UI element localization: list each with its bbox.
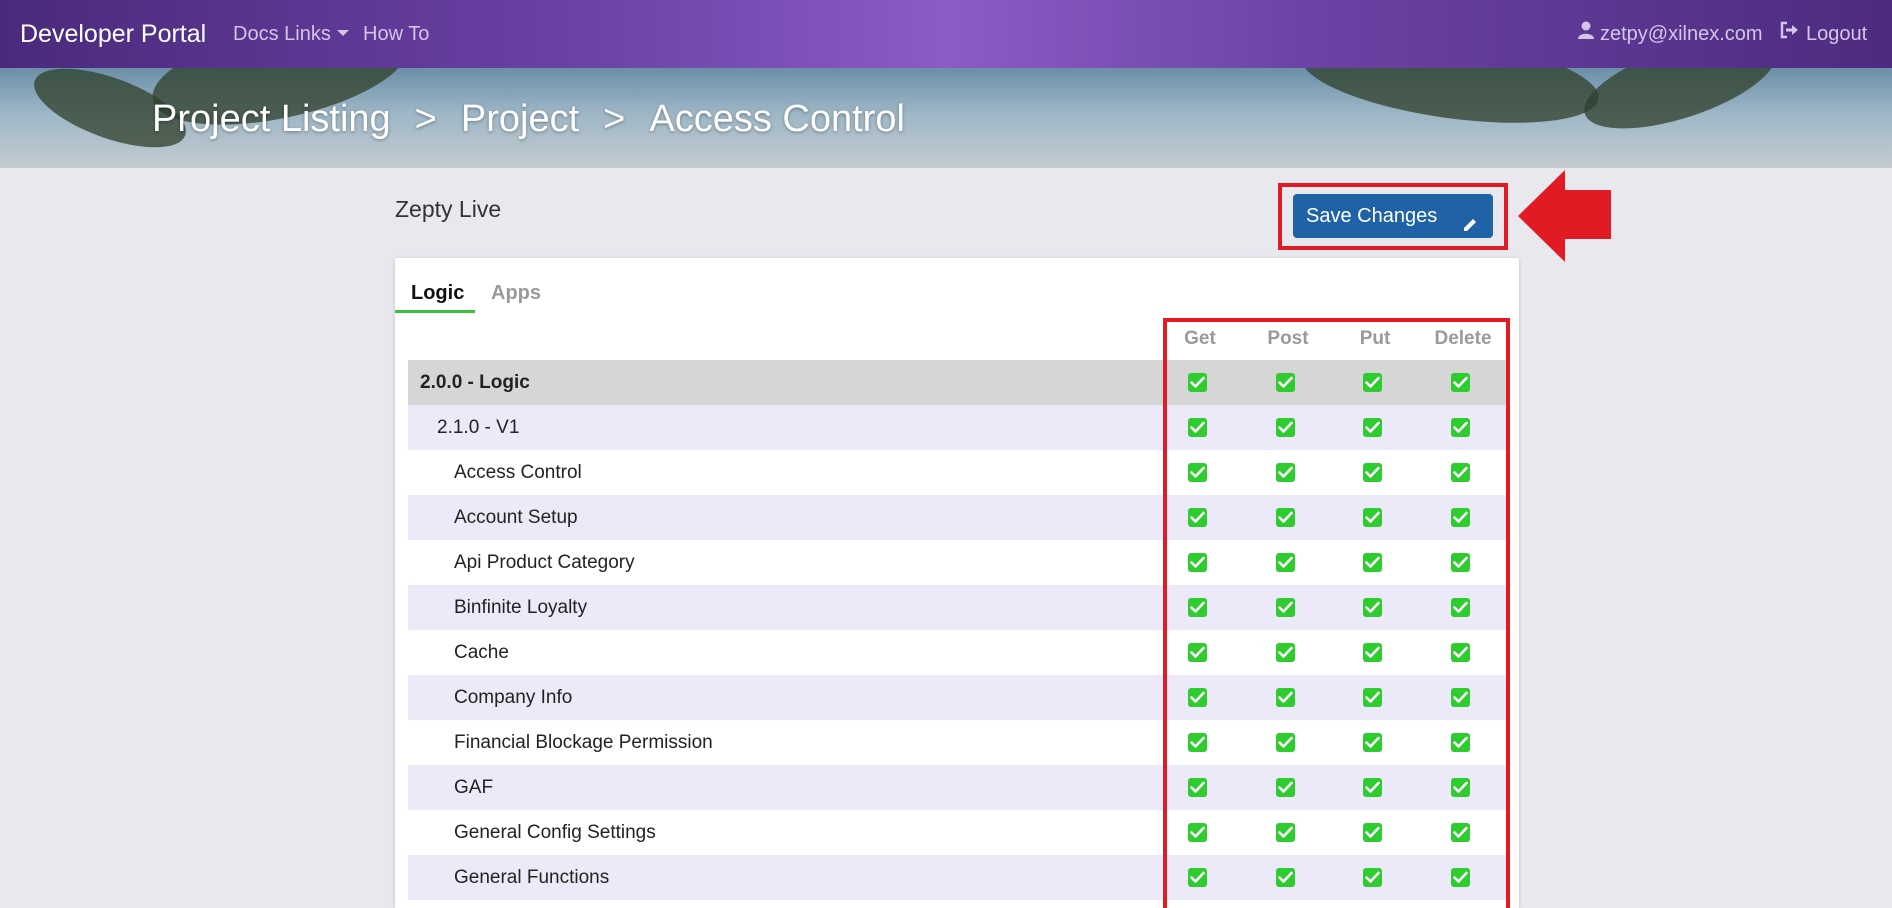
breadcrumb-project-listing[interactable]: Project Listing [152,98,391,140]
row-label: Binfinite Loyalty [454,597,588,618]
breadcrumb-project[interactable]: Project [461,98,579,140]
row-label: Api Product Category [454,552,635,573]
user-icon [1578,0,1594,67]
row-label: 2.0.0 - Logic [420,372,530,393]
project-name: Zepty Live [395,196,502,222]
palm-decoration [1574,68,1786,148]
docs-links-label: Docs Links [233,23,331,45]
user-email: zetpy@xilnex.com [1600,23,1763,45]
logout-label: Logout [1806,23,1868,45]
breadcrumb-separator: > [414,98,437,140]
row-label: General Config Settings [454,822,656,843]
arrow-left-icon [1515,168,1611,269]
how-to-link[interactable]: How To [363,0,429,68]
row-label: Cache [454,642,509,663]
breadcrumb: Project Listing > Project > Access Control [152,98,905,141]
tab-apps[interactable]: Apps [491,274,541,312]
tab-logic[interactable]: Logic [411,274,464,312]
permissions-highlight-box [1163,318,1510,908]
row-label: Account Setup [454,507,578,528]
docs-links-dropdown[interactable]: Docs Links [233,0,349,68]
sign-out-icon [1780,0,1800,67]
row-label: Company Info [454,687,573,708]
brand-link[interactable]: Developer Portal [20,0,206,68]
logout-link[interactable]: Logout [1780,0,1867,68]
save-changes-button[interactable]: Save Changes [1293,194,1493,238]
row-label: Financial Blockage Permission [454,732,713,753]
user-menu[interactable]: zetpy@xilnex.com [1578,0,1763,68]
row-label: General Functions [454,867,610,888]
hero-banner: Project Listing > Project > Access Control [0,68,1892,168]
active-tab-indicator [395,310,475,313]
top-navbar: Developer Portal Docs Links How To zetpy… [0,0,1892,68]
save-changes-label: Save Changes [1306,205,1438,227]
row-label: 2.1.0 - V1 [437,417,520,438]
pencil-icon [1461,206,1479,250]
breadcrumb-separator: > [603,98,626,140]
breadcrumb-access-control: Access Control [649,98,905,140]
palm-decoration [1295,68,1605,139]
row-label: Access Control [454,462,582,483]
caret-down-icon [336,29,349,36]
row-label: GAF [454,777,494,798]
